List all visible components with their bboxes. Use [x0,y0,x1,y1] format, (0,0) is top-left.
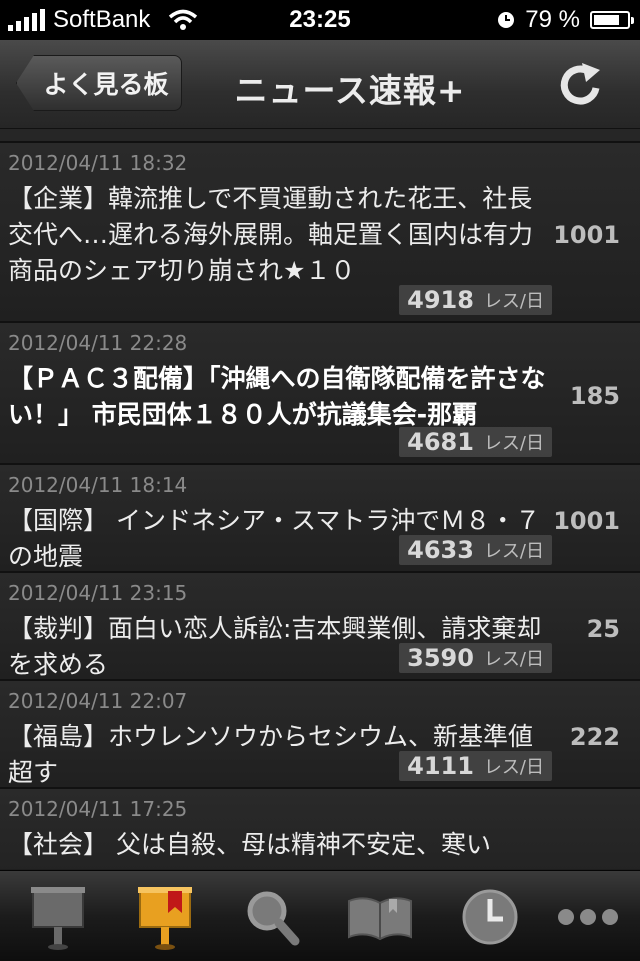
bookmark-board-icon [138,887,192,950]
alarm-icon [498,12,515,28]
rate-value: 3590 [407,644,474,672]
list-item-partial [0,129,640,143]
rate-unit: レス/日 [483,757,544,778]
thread-response-count: 185 [569,382,620,410]
thread-date: 2012/04/11 17:25 [8,797,188,821]
thread-title: 【企業】韓流推しで不買運動された花王、社長交代へ…遅れる海外展開。軸足置く国内は… [8,184,534,285]
thread-rate-badge: 4681 レス/日 [399,427,552,457]
rate-unit: レス/日 [483,291,544,312]
rate-unit: レス/日 [483,433,544,454]
thread-date: 2012/04/11 18:14 [8,473,188,497]
thread-rate-badge: 4918 レス/日 [399,285,552,315]
back-button[interactable]: よく見る板 [16,55,182,111]
thread-date: 2012/04/11 23:15 [8,581,188,605]
page-title: ニュース速報+ [234,71,466,110]
tab-search[interactable] [232,881,312,953]
thread-title: 【社会】 父は自殺、母は精神不安定、寒い [8,830,491,859]
thread-date: 2012/04/11 22:07 [8,689,188,713]
rate-value: 4918 [407,286,474,314]
rate-value: 4681 [407,428,474,456]
tab-more[interactable] [548,881,628,953]
navigation-bar: よく見る板 ニュース速報+ [0,40,640,129]
thread-rate-badge: 4633 レス/日 [399,535,552,565]
tab-recent[interactable] [450,881,530,953]
thread-response-count: 25 [586,615,620,643]
tab-bookmarks[interactable] [125,881,205,953]
battery-percent: 79 % [525,6,580,33]
thread-response-count: 1001 [553,221,620,249]
thread-row[interactable]: 2012/04/11 22:28 【ＰＡＣ３配備】「沖縄への自衛隊配備を許さない！… [0,323,640,465]
thread-rate-badge: 3590 レス/日 [399,643,552,673]
thread-title: 【ＰＡＣ３配備】「沖縄への自衛隊配備を許さない！」 市民団体１８０人が抗議集会-… [8,364,546,429]
thread-row[interactable]: 2012/04/11 23:15 【裁判】面白い恋人訴訟:吉本興業側、請求棄却を求… [0,573,640,681]
tab-boards[interactable] [18,881,98,953]
rate-value: 4111 [407,752,474,780]
board-sign-icon [31,887,85,950]
status-bar: SoftBank 23:25 79 % [0,0,640,40]
thread-row[interactable]: 2012/04/11 22:07 【福島】ホウレンソウからセシウム、新基準値超す 2… [0,681,640,789]
thread-row[interactable]: 2012/04/11 18:14 【国際】 インドネシア・スマトラ沖でＭ８・７の地… [0,465,640,573]
battery-icon [590,11,634,29]
thread-date: 2012/04/11 18:32 [8,151,188,175]
thread-list[interactable]: 2012/04/11 18:32 【企業】韓流推しで不買運動された花王、社長交代へ… [0,129,640,869]
thread-date: 2012/04/11 22:28 [8,331,188,355]
thread-row[interactable]: 2012/04/11 18:32 【企業】韓流推しで不買運動された花王、社長交代へ… [0,143,640,323]
book-icon [348,897,412,941]
thread-rate-badge: 4111 レス/日 [399,751,552,781]
rate-unit: レス/日 [483,541,544,562]
tab-history-books[interactable] [340,881,420,953]
search-icon [247,891,300,946]
thread-row[interactable]: 2012/04/11 17:25 【社会】 父は自殺、母は精神不安定、寒い [0,789,640,869]
tab-bar [0,870,640,961]
refresh-icon[interactable] [558,62,604,108]
rate-unit: レス/日 [483,649,544,670]
back-button-label: よく見る板 [43,70,169,99]
clock-icon [462,889,518,945]
rate-value: 4633 [407,536,474,564]
more-icon [558,909,618,925]
thread-response-count: 222 [569,723,620,751]
thread-response-count: 1001 [553,507,620,535]
